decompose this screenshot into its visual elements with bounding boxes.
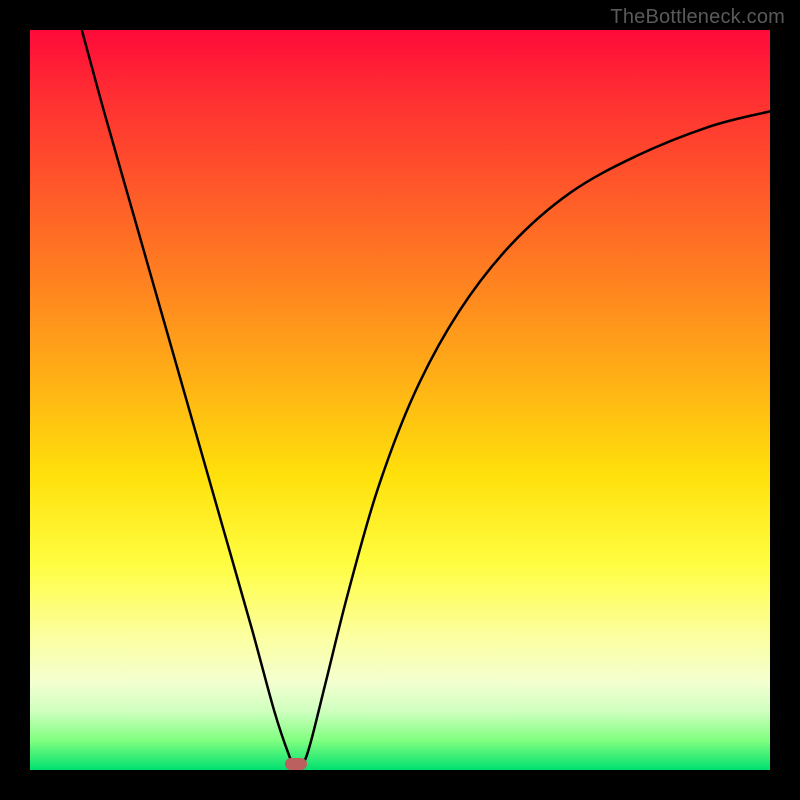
watermark-text: TheBottleneck.com: [610, 6, 785, 29]
plot-area: [30, 30, 770, 770]
min-marker: [285, 758, 307, 770]
bottleneck-curve-path: [82, 30, 770, 770]
curve-layer: [30, 30, 770, 770]
chart-frame: TheBottleneck.com: [0, 0, 800, 800]
